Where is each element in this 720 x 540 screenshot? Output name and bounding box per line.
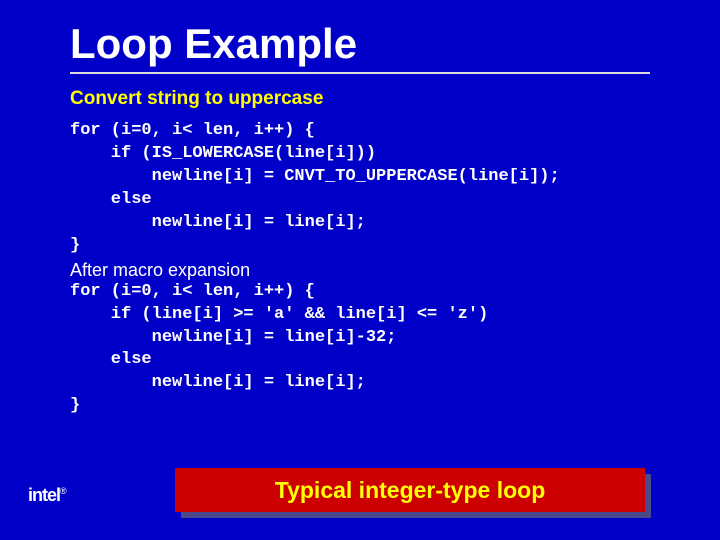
logo-text: intel xyxy=(28,485,60,505)
banner: Typical integer-type loop xyxy=(175,468,645,512)
slide-title: Loop Example xyxy=(70,20,650,68)
banner-box: Typical integer-type loop xyxy=(175,468,645,512)
subtitle: Convert string to uppercase xyxy=(70,88,650,110)
registered-icon: ® xyxy=(60,486,66,496)
code-block-1: for (i=0, i< len, i++) { if (IS_LOWERCAS… xyxy=(70,120,650,258)
after-expansion-label: After macro expansion xyxy=(70,260,650,281)
banner-text: Typical integer-type loop xyxy=(275,477,546,504)
code-block-2: for (i=0, i< len, i++) { if (line[i] >= … xyxy=(70,281,650,419)
intel-logo: intel® xyxy=(28,485,66,506)
slide: Loop Example Convert string to uppercase… xyxy=(0,0,720,540)
title-underline xyxy=(70,72,650,74)
